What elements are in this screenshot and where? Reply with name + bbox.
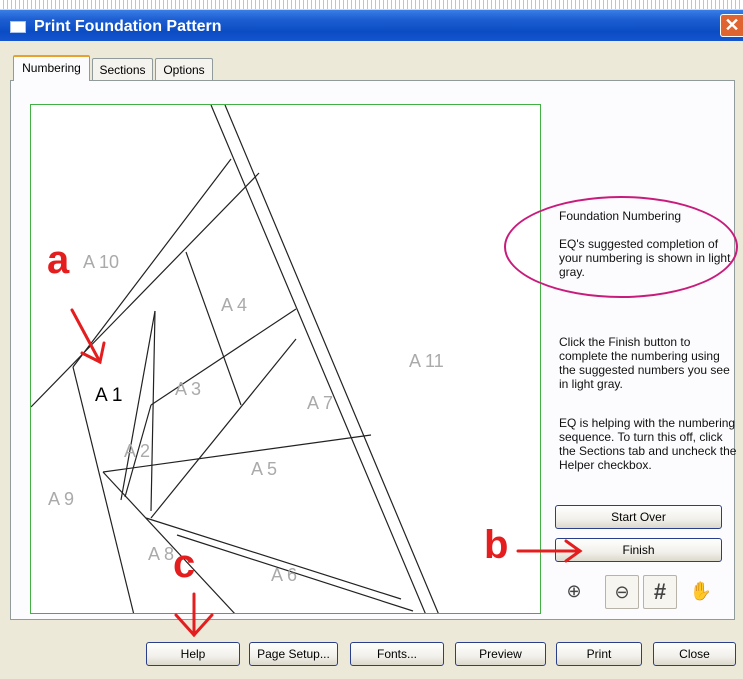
section-label: A 2 <box>124 441 150 461</box>
start-over-button[interactable]: Start Over <box>555 505 722 529</box>
title-bar: Print Foundation Pattern <box>0 10 743 41</box>
section-label: A 4 <box>221 295 247 315</box>
page-background-strip <box>0 0 743 10</box>
section-label: A 11 <box>409 351 444 371</box>
finish-button[interactable]: Finish <box>555 538 722 562</box>
pattern-seam-line <box>150 308 297 406</box>
tab-sections[interactable]: Sections <box>92 58 153 81</box>
pattern-seam-line <box>150 310 156 512</box>
window-title: Print Foundation Pattern <box>34 18 222 35</box>
pattern-seam-line <box>31 172 260 408</box>
highlight-ellipse <box>504 196 738 298</box>
info-finish-hint: Click the Finish button to complete the … <box>559 335 730 391</box>
close-button[interactable]: Close <box>653 642 736 666</box>
section-label: A 9 <box>48 489 74 509</box>
section-label: A 5 <box>251 459 277 479</box>
pattern-seam-line <box>120 310 156 501</box>
help-button[interactable]: Help <box>146 642 240 666</box>
tab-numbering[interactable]: Numbering <box>13 55 90 81</box>
page-setup-button[interactable]: Page Setup... <box>249 642 338 666</box>
annotation-label-c: c <box>173 542 196 586</box>
pattern-seam-line <box>102 471 235 613</box>
preview-button[interactable]: Preview <box>455 642 546 666</box>
section-label: A 7 <box>307 393 333 413</box>
close-window-button[interactable]: ✕ <box>720 14 743 37</box>
print-button[interactable]: Print <box>556 642 642 666</box>
grid-icon[interactable]: # <box>643 575 677 609</box>
pattern-seam-line <box>210 105 426 613</box>
zoom-out-icon[interactable]: ⊖ <box>605 575 639 609</box>
section-label: A 6 <box>271 565 297 585</box>
window-icon <box>10 21 26 33</box>
fonts-button[interactable]: Fonts... <box>350 642 444 666</box>
info-helper-hint: EQ is helping with the numbering sequenc… <box>559 416 737 472</box>
section-label: A 10 <box>83 252 119 272</box>
pattern-canvas[interactable]: A 10 A 1 A 4 A 3 A 2 A 11 A 7 A 5 A 9 A … <box>30 104 541 614</box>
pattern-seam-line <box>224 105 439 613</box>
section-label: A 3 <box>175 379 201 399</box>
section-label: A 1 <box>95 385 122 406</box>
foundation-pattern-drawing: A 10 A 1 A 4 A 3 A 2 A 11 A 7 A 5 A 9 A … <box>31 105 444 613</box>
pattern-seam-line <box>150 338 297 519</box>
annotation-label-b: b <box>484 523 509 567</box>
pan-hand-icon[interactable]: ✋ <box>684 575 718 609</box>
section-label: A 8 <box>148 544 174 564</box>
annotation-label-a: a <box>47 238 70 282</box>
zoom-in-icon[interactable]: ⊕ <box>557 575 591 609</box>
tab-options[interactable]: Options <box>155 58 213 81</box>
